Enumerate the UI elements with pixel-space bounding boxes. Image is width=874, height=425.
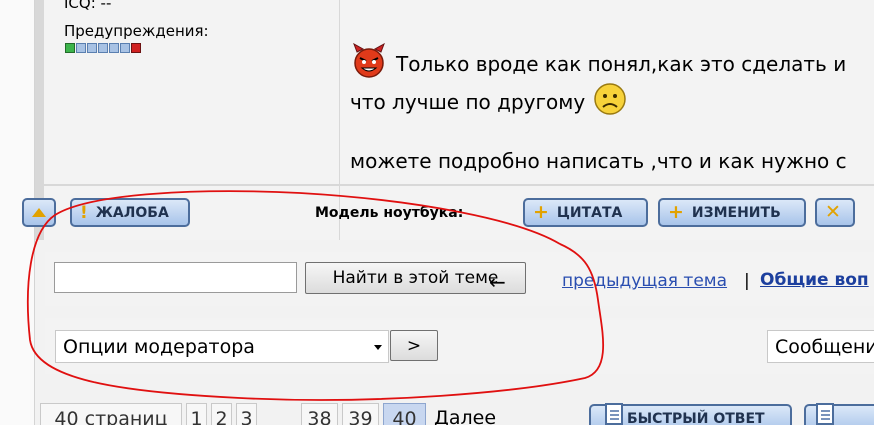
post-line-2-text: что лучше по другому bbox=[350, 89, 586, 114]
post-body: Только вроде как понял,как это сделать и… bbox=[340, 0, 874, 184]
devil-smiley-icon bbox=[350, 42, 388, 84]
post-line-3: можете подробно написать ,что и как нужн… bbox=[350, 149, 847, 173]
warn-level-1 bbox=[76, 43, 86, 53]
current-page: 40 bbox=[383, 403, 426, 425]
arrow-up-icon bbox=[32, 208, 46, 217]
report-button[interactable]: ! ЖАЛОБА bbox=[70, 198, 190, 227]
dropdown-arrow-icon bbox=[374, 345, 382, 350]
warn-level-2 bbox=[87, 43, 97, 53]
page-link-39[interactable]: 39 bbox=[342, 403, 379, 425]
quick-reply-button[interactable]: БЫСТРЫЙ ОТВЕТ bbox=[589, 403, 792, 425]
pagination: 40 страниц 1 2 3 38 39 40 Далее bbox=[40, 403, 500, 425]
cross-icon: ✕ bbox=[825, 201, 841, 223]
report-label: ЖАЛОБА bbox=[95, 204, 169, 221]
scroll-top-button[interactable] bbox=[22, 198, 56, 227]
sad-smiley-icon bbox=[593, 82, 627, 121]
warn-level-4 bbox=[109, 43, 119, 53]
edit-label: ИЗМЕНИТЬ bbox=[691, 204, 781, 221]
page-link-2[interactable]: 2 bbox=[211, 403, 232, 425]
warnings-label: Предупреждения: bbox=[64, 22, 209, 40]
delete-button[interactable]: ✕ bbox=[815, 198, 855, 227]
moderator-options-value: Опции модератора bbox=[63, 335, 255, 358]
new-topic-button[interactable] bbox=[804, 403, 874, 425]
warnings-meter bbox=[65, 43, 141, 53]
plus-icon: + bbox=[533, 201, 549, 223]
exclamation-icon: ! bbox=[80, 202, 88, 223]
post-line-1-text: Только вроде как понял,как это сделать и bbox=[396, 51, 847, 76]
post-line-2: что лучше по другому bbox=[350, 82, 627, 121]
forum-page: ICQ: -- Предупреждения: Только вроде как… bbox=[0, 0, 874, 425]
plus-icon: + bbox=[668, 201, 684, 223]
laptop-model-label: Модель ноутбука: bbox=[315, 205, 464, 221]
document-icon bbox=[816, 403, 834, 425]
warn-level-5 bbox=[120, 43, 130, 53]
warn-level-min bbox=[65, 43, 75, 53]
general-forum-link[interactable]: Общие воп bbox=[760, 270, 869, 290]
messages-select[interactable]: Сообщени bbox=[767, 330, 874, 363]
author-info: ICQ: -- Предупреждения: bbox=[44, 0, 339, 184]
moderator-options-select[interactable]: Опции модератора bbox=[55, 330, 389, 363]
page-link-3[interactable]: 3 bbox=[236, 403, 257, 425]
next-page-link[interactable]: Далее bbox=[430, 403, 500, 425]
quote-label: ЦИТАТА bbox=[556, 204, 623, 221]
link-separator: | bbox=[744, 271, 750, 291]
moderator-bar: Опции модератора > Сообщени bbox=[45, 318, 874, 374]
quote-button[interactable]: + ЦИТАТА bbox=[523, 198, 648, 227]
warn-level-3 bbox=[98, 43, 108, 53]
page-link-38[interactable]: 38 bbox=[301, 403, 338, 425]
warn-level-max bbox=[131, 43, 141, 53]
document-icon bbox=[605, 403, 623, 425]
previous-topic-link[interactable]: предыдущая тема bbox=[562, 271, 727, 291]
icq-label: ICQ: -- bbox=[64, 0, 112, 12]
post-line-1: Только вроде как понял,как это сделать и bbox=[350, 42, 847, 84]
edit-button[interactable]: + ИЗМЕНИТЬ bbox=[658, 198, 806, 227]
topic-search-input[interactable] bbox=[54, 262, 297, 293]
page-link-1[interactable]: 1 bbox=[186, 403, 207, 425]
quick-reply-label: БЫСТРЫЙ ОТВЕТ bbox=[627, 411, 765, 425]
moderator-go-button[interactable]: > bbox=[390, 330, 438, 361]
page-count: 40 страниц bbox=[40, 403, 182, 425]
left-arrow-icon: ← bbox=[489, 270, 506, 294]
